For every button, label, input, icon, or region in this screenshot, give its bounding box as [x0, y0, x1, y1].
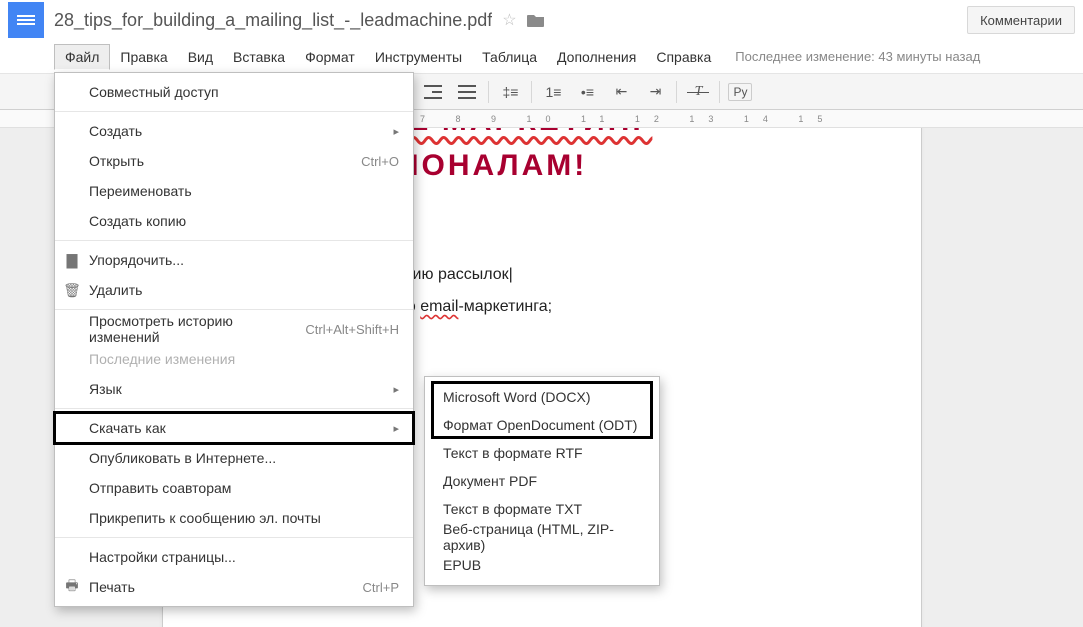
star-icon[interactable]: ☆ [502, 10, 516, 30]
file-menu-share[interactable]: Совместный доступ [55, 77, 413, 107]
file-menu-rename[interactable]: Переименовать [55, 176, 413, 206]
file-menu-publish[interactable]: Опубликовать в Интернете... [55, 443, 413, 473]
align-justify-button[interactable] [454, 79, 480, 105]
chevron-right-icon: ▸ [393, 383, 399, 396]
file-menu-page-setup[interactable]: Настройки страницы... [55, 542, 413, 572]
last-edit-info[interactable]: Последнее изменение: 43 минуты назад [735, 49, 980, 64]
menu-file[interactable]: Файл [54, 44, 110, 70]
download-pdf[interactable]: Документ PDF [425, 467, 659, 495]
menu-insert[interactable]: Вставка [223, 45, 295, 69]
download-rtf[interactable]: Текст в формате RTF [425, 439, 659, 467]
chevron-right-icon: ▸ [393, 125, 399, 138]
file-menu-organize[interactable]: ▇Упорядочить... [55, 245, 413, 275]
menu-tools[interactable]: Инструменты [365, 45, 472, 69]
outdent-button[interactable]: ⇤ [608, 79, 634, 105]
download-as-submenu: Microsoft Word (DOCX) Формат OpenDocumen… [424, 376, 660, 586]
print-icon: 🖶 [63, 575, 81, 599]
menu-format[interactable]: Формат [295, 45, 365, 69]
file-menu-new[interactable]: Создать▸ [55, 116, 413, 146]
file-menu-dropdown: Совместный доступ Создать▸ ОткрытьCtrl+O… [54, 72, 414, 607]
menu-edit[interactable]: Правка [110, 45, 177, 69]
file-menu-open[interactable]: ОткрытьCtrl+O [55, 146, 413, 176]
indent-button[interactable]: ⇥ [642, 79, 668, 105]
menu-help[interactable]: Справка [646, 45, 721, 69]
file-menu-delete[interactable]: 🗑Удалить [55, 275, 413, 305]
download-html[interactable]: Веб-страница (HTML, ZIP-архив) [425, 523, 659, 551]
title-bar: 28_tips_for_building_a_mailing_list_-_le… [0, 0, 1083, 40]
file-menu-language[interactable]: Язык▸ [55, 374, 413, 404]
chevron-right-icon: ▸ [393, 422, 399, 435]
file-menu-print[interactable]: 🖶ПечатьCtrl+P [55, 572, 413, 602]
menu-table[interactable]: Таблица [472, 45, 547, 69]
numbered-list-button[interactable]: 1≡ [540, 79, 566, 105]
folder-icon: ▇ [63, 252, 81, 269]
align-right-button[interactable] [420, 79, 446, 105]
file-menu-make-copy[interactable]: Создать копию [55, 206, 413, 236]
folder-icon[interactable] [527, 12, 545, 28]
document-title[interactable]: 28_tips_for_building_a_mailing_list_-_le… [54, 10, 492, 31]
file-menu-recent-changes: Последние изменения [55, 344, 413, 374]
menu-addons[interactable]: Дополнения [547, 45, 646, 69]
file-menu-download-as[interactable]: Скачать как▸ [55, 413, 413, 443]
menu-view[interactable]: Вид [178, 45, 223, 69]
file-menu-history[interactable]: Просмотреть историю измененийCtrl+Alt+Sh… [55, 314, 413, 344]
download-docx[interactable]: Microsoft Word (DOCX) [425, 383, 659, 411]
line-spacing-button[interactable]: ‡≡ [497, 79, 523, 105]
bulleted-list-button[interactable]: •≡ [574, 79, 600, 105]
input-tools-button[interactable]: Py [728, 83, 752, 101]
clear-formatting-button[interactable]: T [685, 79, 711, 105]
menu-bar: Файл Правка Вид Вставка Формат Инструмен… [0, 40, 1083, 74]
docs-logo-icon[interactable] [8, 2, 44, 38]
trash-icon: 🗑 [63, 282, 81, 299]
download-txt[interactable]: Текст в формате TXT [425, 495, 659, 523]
comments-button[interactable]: Комментарии [967, 6, 1075, 34]
file-menu-email-collaborators[interactable]: Отправить соавторам [55, 473, 413, 503]
download-odt[interactable]: Формат OpenDocument (ODT) [425, 411, 659, 439]
file-menu-email-attachment[interactable]: Прикрепить к сообщению эл. почты [55, 503, 413, 533]
download-epub[interactable]: EPUB [425, 551, 659, 579]
